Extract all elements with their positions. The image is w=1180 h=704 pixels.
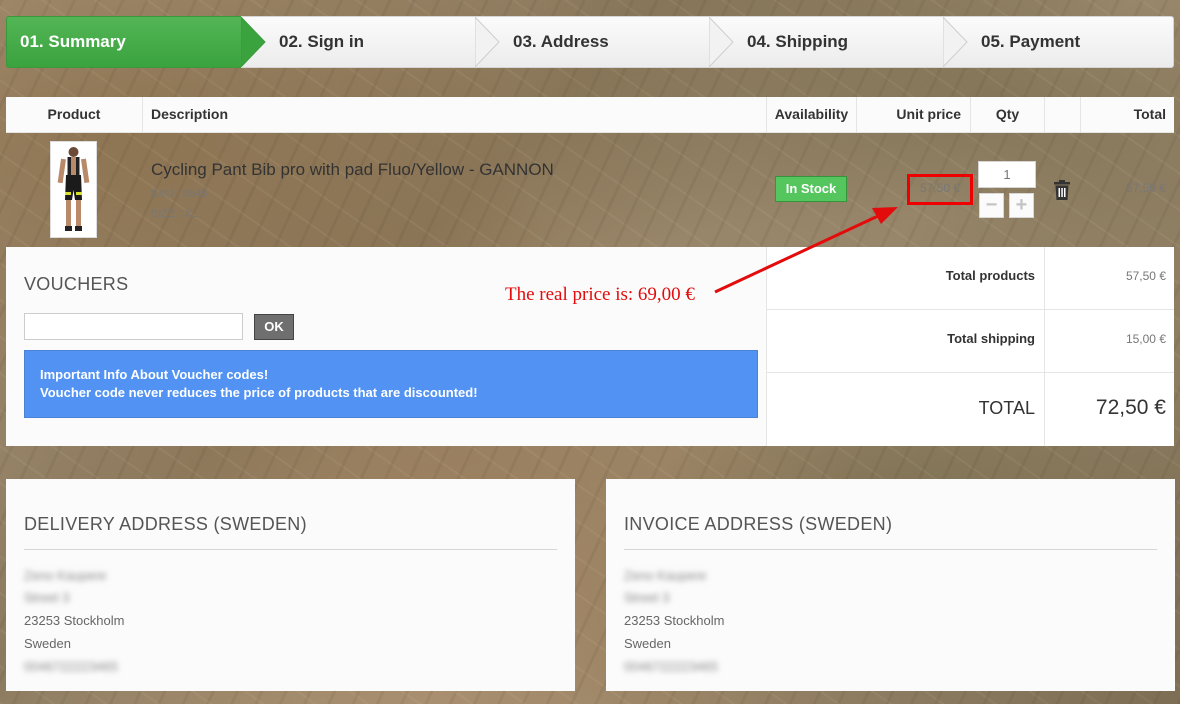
stock-badge: In Stock [775, 176, 847, 202]
step-summary[interactable]: 01. Summary [6, 16, 266, 68]
cart-row: Cycling Pant Bib pro with pad Fluo/Yello… [6, 133, 1174, 246]
quantity-input[interactable]: 1 [978, 161, 1036, 188]
step-label: 03. Address [513, 32, 609, 51]
total-shipping-value: 15,00 € [1044, 310, 1174, 373]
grand-total-value: 72,50 € [1044, 373, 1174, 446]
vouchers-totals-section: VOUCHERS OK Important Info About Voucher… [6, 247, 1174, 446]
step-shipping[interactable]: 04. Shipping [709, 16, 968, 68]
col-unit-price: Unit price [857, 97, 971, 133]
invoice-address-card: INVOICE ADDRESS (SWEDEN) Zeno Kaupere St… [606, 479, 1175, 691]
step-label: 05. Payment [981, 32, 1081, 51]
col-availability: Availability [767, 97, 857, 133]
step-arrow-icon [943, 17, 968, 67]
checkout-steps: 01. Summary 02. Sign in 03. Address 04. … [6, 16, 1174, 68]
address-street: Street 3 [624, 590, 670, 605]
step-payment[interactable]: 05. Payment [943, 16, 1174, 68]
totals-table: Total products 57,50 € Total shipping 15… [766, 247, 1174, 446]
step-address[interactable]: 03. Address [475, 16, 734, 68]
col-product: Product [6, 97, 143, 133]
product-image[interactable] [50, 141, 97, 238]
product-size: SIZE : XL [151, 208, 199, 220]
address-street: Street 3 [24, 590, 70, 605]
voucher-info-box: Important Info About Voucher codes! Vouc… [24, 350, 758, 418]
step-label: 02. Sign in [279, 32, 365, 51]
trash-icon[interactable] [1053, 180, 1071, 200]
divider [24, 549, 557, 550]
cart-table: Product Description Availability Unit pr… [6, 97, 1174, 133]
step-arrow-icon [709, 17, 734, 67]
voucher-ok-button[interactable]: OK [254, 314, 294, 340]
address-city: 23253 Stockholm [24, 613, 125, 628]
step-arrow-icon [241, 17, 266, 67]
delivery-address-card: DELIVERY ADDRESS (SWEDEN) Zeno Kaupere S… [6, 479, 575, 691]
cart-header: Product Description Availability Unit pr… [6, 97, 1174, 133]
info-line-1: Important Info About Voucher codes! [40, 367, 269, 382]
quantity-plus-button[interactable]: + [1009, 193, 1034, 218]
col-delete [1045, 97, 1081, 133]
address-country: Sweden [624, 636, 671, 651]
row-total: 57,50 € [1125, 181, 1166, 195]
product-name[interactable]: Cycling Pant Bib pro with pad Fluo/Yello… [151, 160, 554, 180]
quantity-minus-button[interactable]: − [979, 193, 1004, 218]
price-highlight-box [907, 174, 973, 205]
col-description: Description [143, 97, 767, 133]
address-name: Zeno Kaupere [24, 568, 107, 583]
address-country: Sweden [24, 636, 71, 651]
grand-total-label: TOTAL [766, 373, 1044, 446]
delivery-address-title: DELIVERY ADDRESS (SWEDEN) [24, 514, 307, 534]
step-sign-in[interactable]: 02. Sign in [241, 16, 500, 68]
info-line-2: Voucher code never reduces the price of … [40, 385, 478, 400]
step-arrow-icon [475, 17, 500, 67]
col-total: Total [1133, 106, 1166, 122]
col-qty: Qty [971, 97, 1045, 133]
address-phone: 0046722223465 [624, 659, 718, 674]
total-shipping-label: Total shipping [766, 310, 1044, 373]
total-products-label: Total products [766, 247, 1044, 310]
voucher-code-input[interactable] [24, 313, 243, 340]
divider [624, 549, 1157, 550]
cycling-bib-image [57, 147, 90, 231]
vouchers-title: VOUCHERS [24, 274, 129, 294]
invoice-address-title: INVOICE ADDRESS (SWEDEN) [624, 514, 893, 534]
address-name: Zeno Kaupere [624, 568, 707, 583]
step-label: 01. Summary [20, 32, 126, 51]
product-sku: SKU : 6545 [151, 188, 208, 200]
address-city: 23253 Stockholm [624, 613, 725, 628]
address-phone: 0046722223465 [24, 659, 118, 674]
price-annotation: The real price is: 69,00 € [505, 284, 695, 305]
total-products-value: 57,50 € [1044, 247, 1174, 310]
step-label: 04. Shipping [747, 32, 849, 51]
